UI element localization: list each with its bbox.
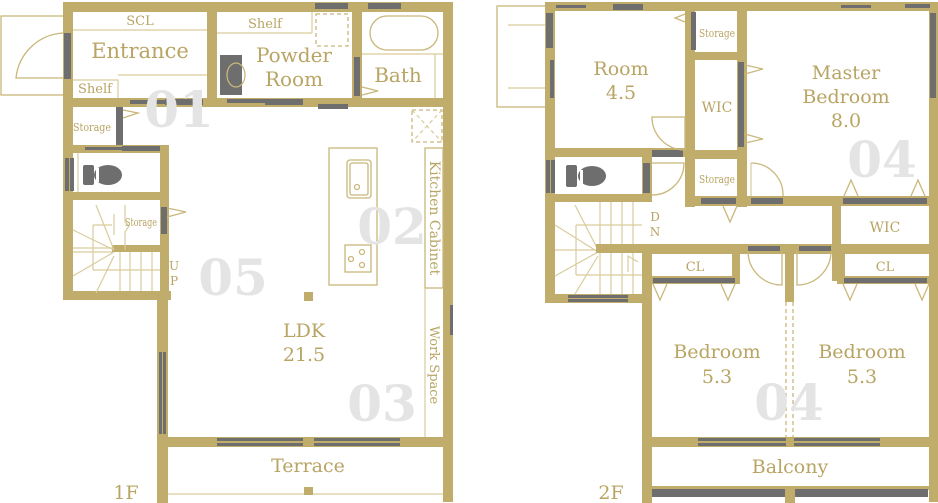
label-work-space: Work Space (426, 326, 441, 405)
powder-sink (220, 55, 242, 95)
marker-01: 01 (144, 80, 214, 139)
label-wic-right: WIC (870, 220, 901, 236)
label-kitchen-cabinet: Kitchen Cabinet (426, 161, 442, 276)
label-bedroom-right-size: 5.3 (847, 366, 877, 388)
marker-05: 05 (198, 248, 268, 307)
marker-04-bedrooms: 04 (754, 373, 824, 432)
label-room: Room (593, 58, 648, 80)
label-balcony: Balcony (752, 456, 829, 478)
label-bedroom-right: Bedroom (818, 341, 905, 363)
label-room-size: 4.5 (606, 82, 636, 104)
label-wic-left: WIC (702, 100, 733, 116)
label-master-2: Bedroom (802, 86, 889, 108)
entry-porch (0, 15, 65, 96)
label-scl: SCL (126, 14, 154, 29)
column (304, 292, 313, 301)
label-up-u: U (169, 259, 179, 273)
label-terrace: Terrace (271, 455, 345, 477)
label-master-1: Master (812, 62, 881, 84)
marker-04-master: 04 (847, 130, 917, 189)
entry-door-swing (15, 32, 65, 79)
floor-plan: 01 02 03 05 04 04 SCL Entrance Shelf She… (0, 2, 938, 503)
label-bedroom-left-size: 5.3 (702, 366, 732, 388)
label-cl-left: CL (686, 260, 705, 275)
label-powder-1: Powder (256, 43, 332, 67)
floor-label-2f: 2F (598, 482, 623, 503)
marker-03: 03 (347, 374, 417, 433)
label-cl-right: CL (876, 260, 895, 275)
marker-02: 02 (357, 197, 427, 256)
label-shelf-powder: Shelf (248, 17, 283, 32)
staircase-2f (554, 202, 652, 302)
label-shelf-entrance: Shelf (78, 82, 113, 97)
bathtub (369, 15, 439, 51)
label-storage-mid: Storage (699, 173, 735, 186)
label-powder-2: Room (265, 67, 323, 91)
label-bath: Bath (374, 63, 422, 87)
label-master-size: 8.0 (831, 110, 861, 132)
label-dn-n: N (650, 225, 661, 239)
powder-vent (315, 13, 349, 47)
label-ldk-size: 21.5 (283, 344, 325, 366)
label-dn-d: D (650, 210, 660, 224)
label-up-p: P (170, 274, 178, 288)
floor-label-1f: 1F (113, 482, 138, 503)
label-storage-stair: Storage (125, 216, 157, 229)
label-storage-top: Storage (699, 27, 735, 40)
label-storage-1f: Storage (73, 121, 111, 134)
label-entrance: Entrance (91, 39, 189, 63)
toilet-icon (83, 165, 94, 185)
label-bedroom-left: Bedroom (673, 341, 760, 363)
label-ldk: LDK (283, 320, 326, 342)
